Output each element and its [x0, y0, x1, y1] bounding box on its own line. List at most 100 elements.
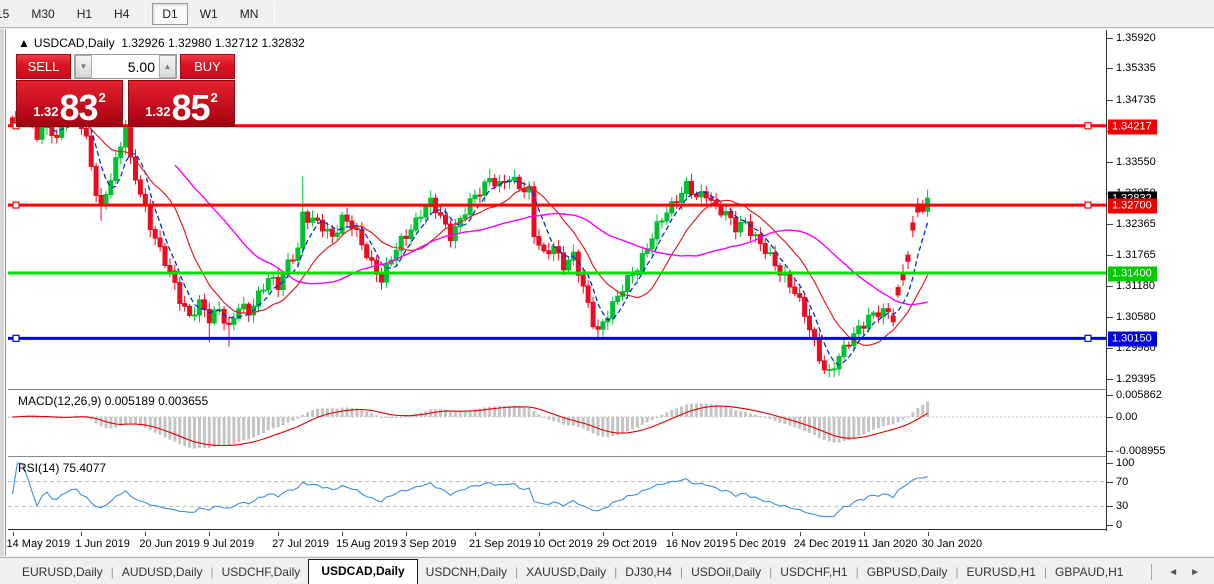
time-label: 27 Jul 2019 [272, 538, 330, 550]
volume-spinner: ▼ ▲ [74, 54, 177, 79]
volume-increase-button[interactable]: ▲ [159, 55, 176, 78]
time-tick [12, 532, 14, 536]
price-level-tag: 1.30150 [1108, 331, 1157, 347]
rsi-tick: 70 [1107, 476, 1128, 488]
macd-values: 0.005189 0.003655 [104, 394, 209, 408]
chart-tab-usdcad-daily[interactable]: USDCAD,Daily [308, 559, 418, 584]
buy-button[interactable]: BUY [180, 54, 235, 79]
time-label: 21 Sep 2019 [468, 538, 532, 550]
time-tick [278, 532, 280, 536]
tab-scroll-right-icon[interactable]: ► [1184, 565, 1206, 580]
price-level-tag: 1.32700 [1108, 198, 1157, 214]
rsi-panel[interactable]: RSI(14) 75.4077 [8, 456, 1106, 530]
rsi-tick: 0 [1107, 519, 1122, 531]
timeframe-toolbar: 15M30H1H4 D1W1MN [0, 0, 1214, 28]
time-tick [602, 532, 604, 536]
time-tick [538, 532, 540, 536]
chart-tab-usdoil-daily[interactable]: USDOil,Daily [683, 561, 769, 584]
timeframe-button-mn[interactable]: MN [230, 3, 269, 25]
timeframe-button-m30[interactable]: M30 [21, 3, 64, 25]
time-label: 5 Dec 2019 [729, 538, 786, 550]
time-tick [81, 532, 83, 536]
macd-tick: 0.00 [1107, 411, 1137, 423]
chart-symbol-label: USDCAD,Daily [33, 36, 115, 50]
toolbar-separator [145, 2, 147, 25]
time-label: 16 Nov 2019 [665, 538, 729, 550]
buy-price-main: 85 [171, 87, 211, 128]
toolbar-separator [274, 2, 276, 25]
time-tick [671, 532, 673, 536]
time-label: 3 Sep 2019 [400, 538, 457, 550]
chart-tab-gbpaud-h1[interactable]: GBPAUD,H1 [1047, 561, 1131, 584]
tab-separator [1151, 564, 1153, 580]
chart-tab-gbpusd-daily[interactable]: GBPUSD,Daily [859, 561, 956, 584]
sell-price-box[interactable]: 1.32 83 2 [16, 80, 123, 127]
time-axis: 14 May 2019 1 Jun 2019 20 Jun 2019 9 Jul 20… [6, 532, 1106, 556]
time-label: 11 Jan 2020 [857, 538, 918, 550]
price-tick: 1.33550 [1107, 156, 1156, 168]
chart-tab-usdcnh-daily[interactable]: USDCNH,Daily [418, 561, 515, 584]
one-click-trade-widget: SELL ▼ ▲ BUY 1.32 83 2 [16, 54, 235, 127]
trading-platform-window: 15M30H1H4 D1W1MN ▲USDCAD,Daily 1.32926 1.… [0, 0, 1214, 584]
buy-price-prefix: 1.32 [145, 104, 171, 119]
time-label: 30 Jan 2020 [921, 538, 983, 550]
volume-input[interactable] [92, 55, 159, 78]
chart-tab-dj30-h4[interactable]: DJ30,H4 [617, 561, 680, 584]
macd-panel[interactable]: MACD(12,26,9) 0.005189 0.003655 [8, 389, 1106, 455]
timeframe-button-15[interactable]: 15 [0, 3, 19, 25]
timeframe-button-h1[interactable]: H1 [67, 3, 102, 25]
sell-price-pip: 2 [98, 90, 106, 105]
time-tick [209, 532, 211, 536]
sell-price-main: 83 [59, 87, 99, 128]
chart-frame: ▲ USDCAD,Daily 1.32926 1.32980 1.32712 1.… [5, 29, 1214, 556]
ohlc-high: 1.32980 [167, 36, 212, 50]
timeframe-button-w1[interactable]: W1 [190, 3, 228, 25]
ohlc-low: 1.32712 [214, 36, 259, 50]
price-axis: 1.359201.353351.347351.341351.335501.329… [1106, 30, 1214, 531]
time-label: 29 Oct 2019 [596, 538, 657, 550]
chart-tab-eurusd-daily[interactable]: EURUSD,Daily [14, 561, 111, 584]
time-tick [406, 532, 408, 536]
macd-tick: -0.008955 [1107, 445, 1166, 457]
time-tick [474, 532, 476, 536]
chart-title: ▲ USDCAD,Daily 1.32926 1.32980 1.32712 1.… [18, 36, 305, 50]
sell-price-prefix: 1.32 [33, 104, 59, 119]
rsi-canvas[interactable] [8, 457, 1106, 529]
rsi-label: RSI(14) 75.4077 [18, 461, 107, 475]
time-label: 24 Dec 2019 [793, 538, 857, 550]
tab-scroll-left-icon[interactable]: ◄ [1162, 565, 1184, 580]
buy-price-pip: 2 [210, 90, 218, 105]
time-label: 9 Jul 2019 [203, 538, 255, 550]
volume-decrease-button[interactable]: ▼ [75, 55, 92, 78]
time-tick [799, 532, 801, 536]
ohlc-close: 1.32832 [261, 36, 305, 50]
chart-tab-eurusd-h1[interactable]: EURUSD,H1 [959, 561, 1044, 584]
chart-tab-xauusd-daily[interactable]: XAUUSD,Daily [518, 561, 614, 584]
price-level-tag: 1.31400 [1108, 266, 1157, 282]
price-tick: 1.35920 [1107, 32, 1156, 44]
time-label: 20 Jun 2019 [139, 538, 200, 550]
main-price-panel[interactable]: ▲ USDCAD,Daily 1.32926 1.32980 1.32712 1.… [8, 30, 1106, 388]
time-label: 14 May 2019 [6, 538, 71, 550]
time-tick [863, 532, 865, 536]
rsi-value: 75.4077 [62, 461, 107, 475]
time-tick [927, 532, 929, 536]
timeframe-button-h4[interactable]: H4 [104, 3, 139, 25]
sell-button[interactable]: SELL [16, 54, 71, 79]
rsi-tick: 30 [1107, 500, 1128, 512]
chart-tab-usdchf-daily[interactable]: USDCHF,Daily [214, 561, 309, 584]
time-label: 10 Oct 2019 [532, 538, 593, 550]
timeframe-button-d1[interactable]: D1 [152, 2, 188, 25]
price-tick: 1.29395 [1107, 373, 1156, 385]
macd-tick: 0.005862 [1107, 389, 1162, 401]
time-tick [145, 532, 147, 536]
price-tick: 1.34735 [1107, 94, 1156, 106]
buy-price-box[interactable]: 1.32 85 2 [128, 80, 235, 127]
chart-tab-usdchf-h1[interactable]: USDCHF,H1 [772, 561, 855, 584]
collapse-marker-icon[interactable]: ▲ [18, 36, 30, 50]
time-label: 1 Jun 2019 [75, 538, 130, 550]
time-tick [735, 532, 737, 536]
time-tick [342, 532, 344, 536]
chart-tab-audusd-daily[interactable]: AUDUSD,Daily [114, 561, 211, 584]
rsi-tick: 100 [1107, 457, 1134, 469]
